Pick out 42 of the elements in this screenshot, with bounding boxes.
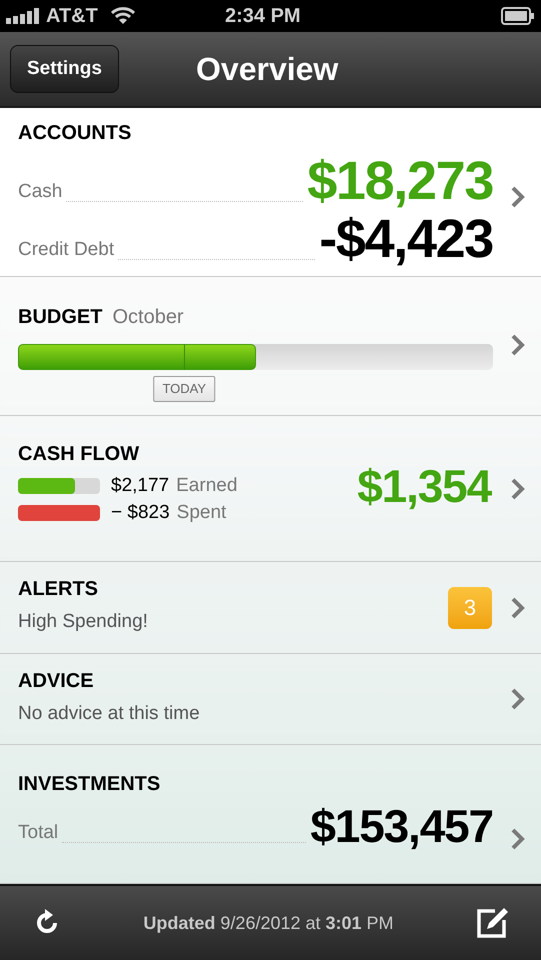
clock-time: 2:34 PM: [225, 4, 301, 29]
signal-icon: [6, 8, 42, 24]
cash-flow-amount: − $823: [111, 500, 170, 525]
settings-button[interactable]: Settings: [10, 45, 119, 93]
battery-icon: [501, 7, 535, 25]
cash-flow-label: Earned: [176, 474, 238, 498]
wifi-icon: [110, 6, 136, 26]
chevron-icon: [511, 186, 525, 208]
chevron-icon: [511, 334, 525, 356]
advice-panel[interactable]: ADVICE No advice at this time: [0, 654, 541, 745]
section-title: ALERTS: [18, 577, 99, 602]
chevron-icon: [511, 596, 525, 618]
screen-title: Overview: [196, 50, 338, 89]
compose-button[interactable]: [475, 906, 509, 940]
today-label: TODAY: [153, 376, 216, 402]
carrier-name: AT&T: [46, 4, 98, 29]
chevron-icon: [511, 828, 525, 850]
alert-count-badge: 3: [448, 586, 492, 628]
budget-month: October: [112, 305, 184, 330]
account-label: Credit Debt: [18, 238, 114, 262]
investments-panel[interactable]: INVESTMENTS Total $153,457: [0, 745, 541, 884]
alerts-panel[interactable]: ALERTS High Spending! 3: [0, 562, 541, 654]
chevron-icon: [511, 688, 525, 710]
investments-label: Total: [18, 820, 58, 844]
investments-amount: $153,457: [310, 803, 493, 849]
cash-flow-amount: $2,177: [111, 474, 170, 498]
account-label: Cash: [18, 180, 62, 204]
advice-message: No advice at this time: [18, 702, 201, 726]
section-title: INVESTMENTS: [18, 773, 160, 795]
budget-panel[interactable]: BUDGET October TODAY: [0, 277, 541, 416]
alert-message: High Spending!: [18, 610, 149, 634]
update-status: Updated 9/26/2012 at 3:01 PM: [142, 912, 395, 935]
section-title: ADVICE: [18, 668, 95, 694]
cash-flow-label: Spent: [176, 500, 226, 525]
section-title: BUDGET: [18, 305, 102, 330]
section-title: CASH FLOW: [18, 442, 140, 464]
cash-flow-total: $1,354: [357, 459, 491, 514]
account-amount: -$4,423: [319, 212, 493, 266]
cash-flow-panel[interactable]: CASH FLOW $2,177 Earned − $823 Spent $1,354: [0, 416, 541, 562]
section-title: ACCOUNTS: [18, 122, 132, 144]
chevron-icon: [511, 478, 525, 500]
account-amount: $18,273: [307, 154, 493, 208]
